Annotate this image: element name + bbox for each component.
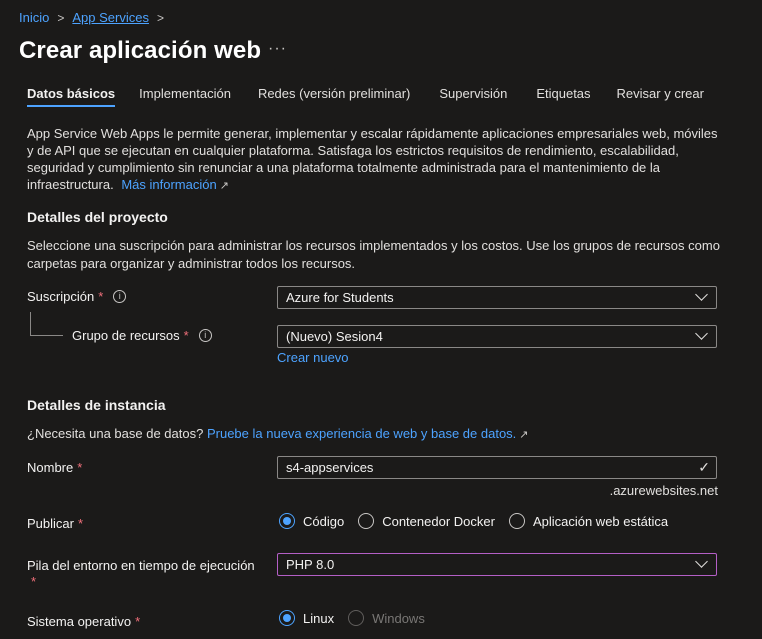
external-link-icon: ↗ xyxy=(519,429,529,441)
os-windows-radio xyxy=(348,610,365,626)
publish-static-label[interactable]: Aplicación web estática xyxy=(533,514,668,529)
tab-basics[interactable]: Datos básicos xyxy=(27,86,116,107)
chevron-down-icon xyxy=(695,327,708,340)
create-new-link[interactable]: Crear nuevo xyxy=(277,350,349,365)
os-label: Sistema operativo * xyxy=(27,614,141,629)
external-link-icon: ↗ xyxy=(219,180,229,192)
runtime-stack-dropdown[interactable]: PHP 8.0 xyxy=(277,553,717,576)
tab-review-create[interactable]: Revisar y crear xyxy=(617,86,704,107)
tree-connector xyxy=(30,312,31,336)
tab-networking[interactable]: Redes (versión preliminar) xyxy=(258,86,410,107)
tree-connector xyxy=(30,335,63,336)
breadcrumb-home-link[interactable]: Inicio xyxy=(19,10,49,25)
name-input[interactable]: s4-appservices ✓ xyxy=(277,456,717,479)
chevron-down-icon xyxy=(695,555,708,568)
tab-monitoring[interactable]: Supervisión xyxy=(439,86,507,107)
subscription-label: Suscripción * i xyxy=(27,289,127,304)
info-icon[interactable]: i xyxy=(198,329,212,342)
runtime-stack-label: Pila del entorno en tiempo de ejecución xyxy=(27,558,255,573)
chevron-right-icon: > xyxy=(57,10,65,25)
tabs-top-mask xyxy=(0,78,762,88)
tab-tags[interactable]: Etiquetas xyxy=(536,86,590,107)
publish-radio-group: Código Contenedor Docker Aplicación web … xyxy=(279,513,682,529)
os-radio-group: Linux Windows xyxy=(279,610,439,626)
os-linux-radio[interactable] xyxy=(279,610,295,626)
chevron-right-icon: > xyxy=(156,10,164,25)
more-options-button[interactable]: ··· xyxy=(268,40,287,58)
tab-bar: Datos básicos Implementación Redes (vers… xyxy=(27,86,704,107)
required-marker: * xyxy=(31,574,37,589)
learn-more-link[interactable]: Más información ↗ xyxy=(121,177,229,192)
intro-description: App Service Web Apps le permite generar,… xyxy=(27,125,727,195)
required-marker: * xyxy=(135,614,141,629)
publish-label: Publicar * xyxy=(27,516,84,531)
instance-details-title: Detalles de instancia xyxy=(27,397,166,413)
database-question: ¿Necesita una base de datos? Pruebe la n… xyxy=(27,426,529,441)
required-marker: * xyxy=(183,328,189,343)
chevron-down-icon xyxy=(695,288,708,301)
publish-docker-label[interactable]: Contenedor Docker xyxy=(382,514,495,529)
project-details-title: Detalles del proyecto xyxy=(27,209,168,225)
web-database-link[interactable]: Pruebe la nueva experiencia de web y bas… xyxy=(207,426,529,441)
checkmark-icon: ✓ xyxy=(698,459,710,475)
page-title: Crear aplicación web xyxy=(19,37,262,64)
learn-more-label: Más información xyxy=(121,177,217,192)
breadcrumb-app-services-link[interactable]: App Services xyxy=(72,10,149,25)
publish-code-label[interactable]: Código xyxy=(303,514,344,529)
required-marker: * xyxy=(77,460,83,475)
os-windows-label: Windows xyxy=(372,610,425,626)
tab-deployment[interactable]: Implementación xyxy=(139,86,231,107)
project-details-text: Seleccione una suscripción para administ… xyxy=(27,238,720,271)
publish-docker-radio[interactable] xyxy=(358,513,375,529)
required-marker: * xyxy=(98,289,104,304)
publish-static-radio[interactable] xyxy=(508,513,525,529)
resource-group-label: Grupo de recursos * i xyxy=(72,328,212,343)
resource-group-dropdown[interactable]: (Nuevo) Sesion4 xyxy=(277,325,717,348)
breadcrumb: Inicio > App Services > xyxy=(19,10,172,25)
name-label: Nombre * xyxy=(27,460,83,475)
publish-code-radio[interactable] xyxy=(279,513,295,529)
os-linux-label[interactable]: Linux xyxy=(303,611,334,626)
subscription-dropdown[interactable]: Azure for Students xyxy=(277,286,717,309)
domain-suffix: .azurewebsites.net xyxy=(609,483,718,498)
info-icon[interactable]: i xyxy=(113,290,127,303)
required-marker: * xyxy=(77,516,84,531)
